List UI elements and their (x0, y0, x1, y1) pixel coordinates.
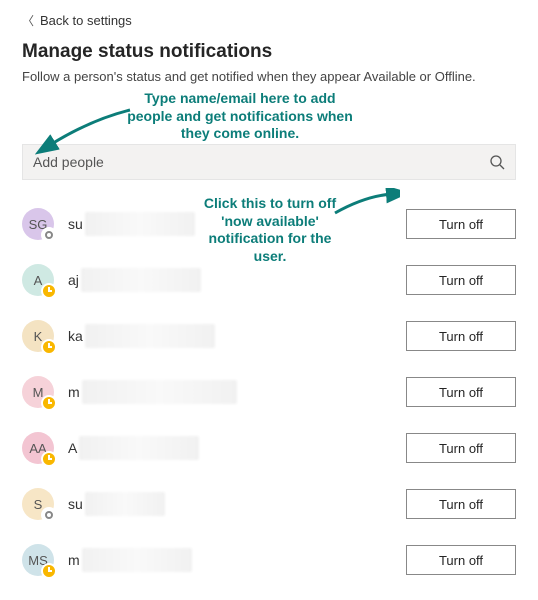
away-presence-icon (41, 563, 57, 579)
add-people-search[interactable] (22, 144, 516, 180)
avatar: A (22, 264, 54, 296)
back-to-settings-link[interactable]: 〈 Back to settings (0, 0, 538, 33)
avatar: AA (22, 432, 54, 464)
redacted-name (85, 212, 195, 236)
page-subtitle: Follow a person's status and get notifie… (0, 67, 538, 94)
person-row: Mm Turn off (22, 364, 516, 420)
offline-presence-icon (41, 507, 57, 523)
turn-off-button[interactable]: Turn off (406, 489, 516, 519)
annotation-add-people: Type name/email here to add people and g… (125, 90, 355, 143)
person-name-prefix: A (68, 440, 77, 456)
redacted-name (85, 324, 215, 348)
person-name-prefix: aj (68, 272, 79, 288)
away-presence-icon (41, 283, 57, 299)
person-name-prefix: su (68, 496, 83, 512)
avatar: MS (22, 544, 54, 576)
person-row: MS m Turn off (22, 532, 516, 588)
person-row: Aaj Turn off (22, 252, 516, 308)
turn-off-button[interactable]: Turn off (406, 209, 516, 239)
redacted-name (85, 492, 165, 516)
away-presence-icon (41, 339, 57, 355)
redacted-name (82, 548, 192, 572)
away-presence-icon (41, 395, 57, 411)
turn-off-button[interactable]: Turn off (406, 321, 516, 351)
search-icon (489, 154, 505, 170)
avatar: M (22, 376, 54, 408)
turn-off-button[interactable]: Turn off (406, 545, 516, 575)
person-name-prefix: m (68, 384, 80, 400)
away-presence-icon (41, 451, 57, 467)
avatar: S (22, 488, 54, 520)
turn-off-button[interactable]: Turn off (406, 265, 516, 295)
chevron-left-icon: 〈 (22, 12, 34, 29)
person-name-prefix: su (68, 216, 83, 232)
turn-off-button[interactable]: Turn off (406, 433, 516, 463)
add-people-input[interactable] (33, 154, 489, 170)
page-title: Manage status notifications (0, 33, 538, 67)
person-name-prefix: m (68, 552, 80, 568)
redacted-name (79, 436, 199, 460)
redacted-name (81, 268, 201, 292)
person-row: Kka Turn off (22, 308, 516, 364)
avatar: SG (22, 208, 54, 240)
offline-presence-icon (41, 227, 57, 243)
person-row: AAATurn off (22, 420, 516, 476)
back-label: Back to settings (40, 13, 132, 28)
avatar: K (22, 320, 54, 352)
person-name-prefix: ka (68, 328, 83, 344)
person-row: SG su Turn off (22, 196, 516, 252)
person-row: Ssu Turn off (22, 476, 516, 532)
redacted-name (82, 380, 237, 404)
people-list: SG su Turn off Aaj Turn off Kka Turn off Mm Turn… (0, 192, 538, 588)
turn-off-button[interactable]: Turn off (406, 377, 516, 407)
